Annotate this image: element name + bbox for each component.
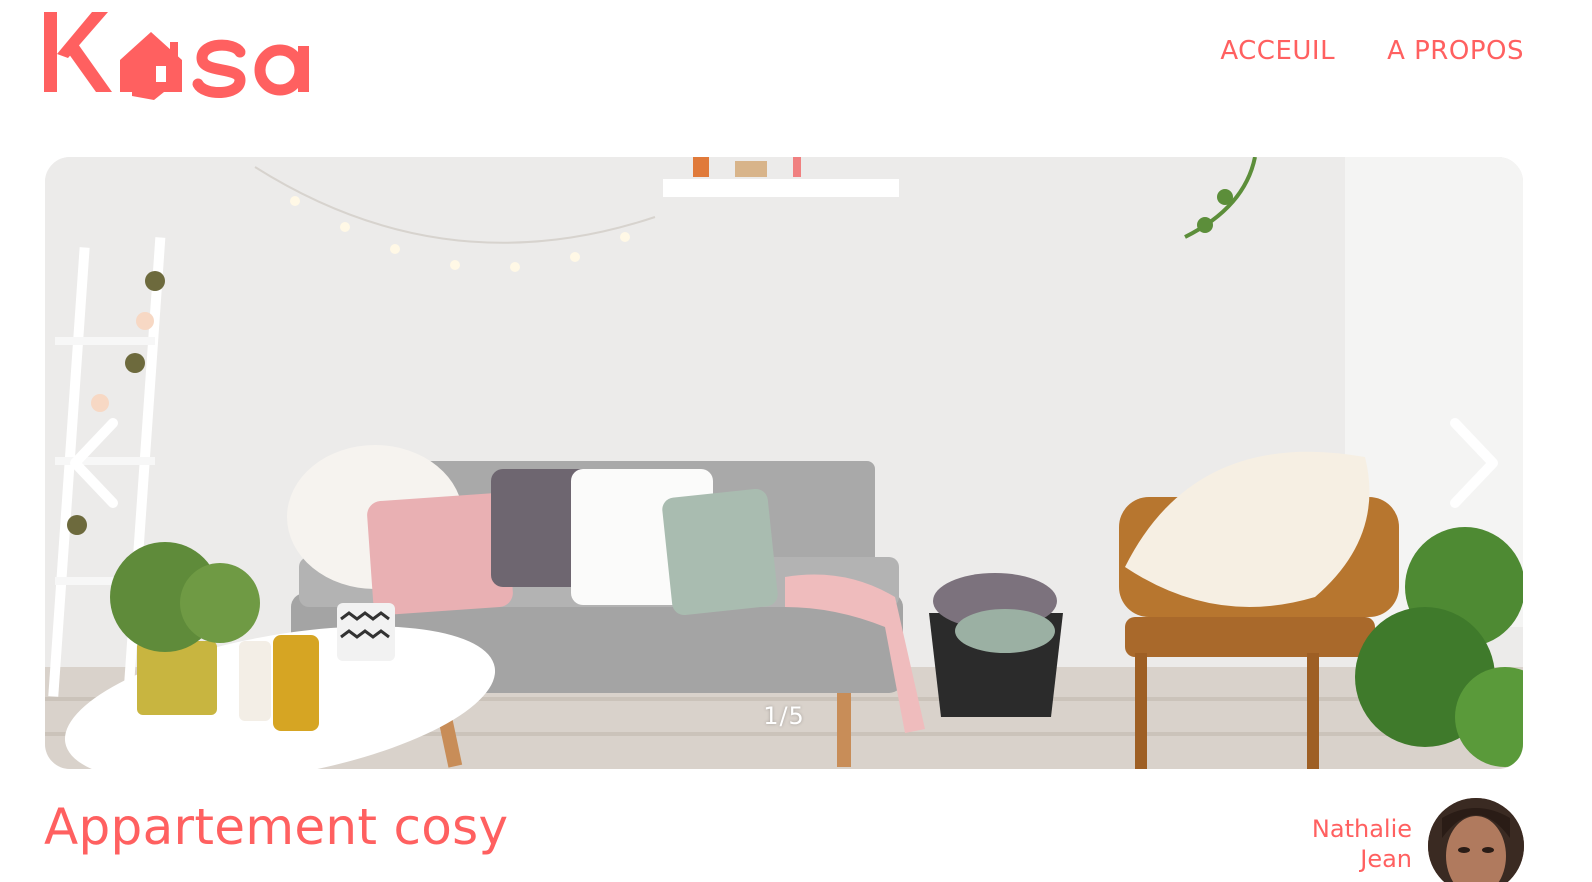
site-header: ACCEUIL A PROPOS [0, 0, 1592, 120]
kasa-logo-image [44, 12, 309, 100]
carousel-prev-button[interactable] [63, 415, 135, 511]
host-info: Nathalie Jean [1300, 798, 1524, 882]
listing-title: Appartement cosy [44, 798, 509, 856]
host-first-name: Nathalie [1311, 815, 1412, 843]
kasa-logo[interactable] [44, 8, 319, 103]
main-nav: ACCEUIL A PROPOS [1220, 36, 1524, 66]
host-avatar [1428, 798, 1524, 882]
host-avatar-image [1428, 798, 1524, 882]
carousel-counter: 1/5 [763, 702, 805, 730]
nav-link-home[interactable]: ACCEUIL [1220, 36, 1335, 66]
carousel-next-button[interactable] [1433, 415, 1505, 511]
host-last-name: Jean [1360, 845, 1412, 873]
chevron-left-icon [70, 418, 118, 508]
host-name: Nathalie Jean [1300, 798, 1412, 874]
chevron-right-icon [1450, 418, 1498, 508]
image-carousel: 1/5 [45, 157, 1523, 769]
nav-link-about[interactable]: A PROPOS [1387, 36, 1524, 66]
carousel-slide-image [45, 157, 1523, 769]
